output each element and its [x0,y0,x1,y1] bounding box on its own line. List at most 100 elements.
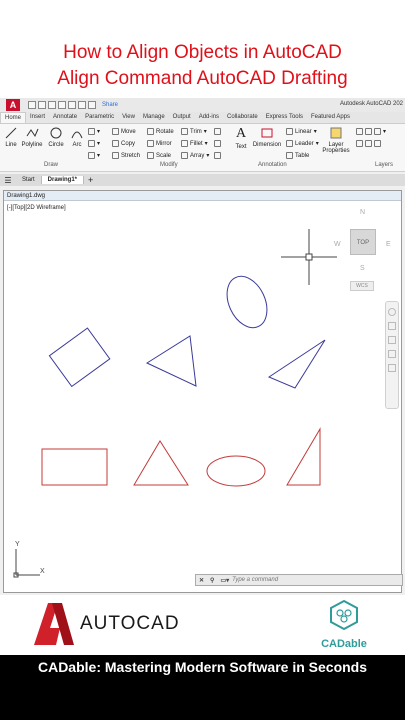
tab-home[interactable]: Home [0,112,27,123]
pan-icon[interactable] [388,322,396,330]
circle-icon [50,127,62,139]
copy-tool[interactable]: Copy [112,140,135,147]
showmotion-icon[interactable] [388,364,396,372]
cadable-wordmark: CADable [321,638,367,650]
blue-rectangle[interactable] [48,327,111,388]
start-tab[interactable]: Start [16,176,42,184]
plot-icon[interactable] [68,101,76,109]
red-triangle-2[interactable] [286,427,321,486]
dimension-tool[interactable]: Dimension [251,126,283,148]
layers-panel-label: Layers [375,162,394,168]
tab-view[interactable]: View [118,112,139,123]
rotate-tool[interactable]: Rotate [147,128,174,135]
text-icon: A [235,126,247,141]
tab-parametric[interactable]: Parametric [81,112,118,123]
trim-tool[interactable]: Trim ▾ [181,128,207,135]
bottom-black-band [0,680,405,720]
autocad-window: A Share Autodesk AutoCAD 202 Home Insert… [0,98,405,595]
red-ellipse[interactable] [206,455,266,487]
stretch-tool[interactable]: Stretch [112,152,140,159]
trim-icon [181,128,188,135]
tab-express-tools[interactable]: Express Tools [262,112,307,123]
save-icon[interactable] [48,101,56,109]
linear-tool[interactable]: Linear ▾ [286,128,317,135]
dimension-label: Dimension [252,142,282,148]
table-tool[interactable]: Table [286,152,309,159]
steering-wheel-icon[interactable] [388,308,396,316]
application-menu-button[interactable]: A [6,99,20,111]
mirror-icon [147,140,154,147]
fillet-icon [181,140,188,147]
zoom-icon[interactable] [388,336,396,344]
recent-commands-icon[interactable]: ▭▾ [220,577,229,584]
redo-icon[interactable] [88,101,96,109]
drawing-area[interactable]: Drawing1.dwg [-][Top][2D Wireframe] Y X … [3,190,402,593]
layer-dropdown[interactable]: ▾ [356,128,386,135]
layer-tools-row[interactable] [356,140,381,147]
text-tool[interactable]: A Text [232,126,250,150]
viewcube[interactable]: N W E TOP S WCS [334,209,394,297]
red-rectangle[interactable] [41,448,108,486]
text-label: Text [235,144,247,150]
tab-add-ins[interactable]: Add-ins [195,112,223,123]
viewcube-east[interactable]: E [386,241,391,248]
customize-command-icon[interactable]: ⚲ [210,577,214,584]
polyline-tool[interactable]: Polyline [20,126,44,148]
red-triangle-1[interactable] [133,440,189,486]
tab-insert[interactable]: Insert [26,112,49,123]
ribbon-panel: Line Polyline Circle Arc ▾ ▾ ▾ Draw Move… [0,124,405,172]
offset-tool[interactable] [214,152,221,159]
viewcube-west[interactable]: W [334,241,341,248]
save-as-icon[interactable] [58,101,66,109]
viewcube-top-face[interactable]: TOP [350,229,376,255]
undo-icon[interactable] [78,101,86,109]
command-line[interactable]: ✕ ⚲ ▭▾ Type a command [195,574,403,586]
menu-icon[interactable]: ☰ [0,176,16,185]
scale-tool[interactable]: Scale [147,152,171,159]
viewcube-north[interactable]: N [360,209,365,216]
open-icon[interactable] [38,101,46,109]
command-input[interactable]: Type a command [232,577,278,583]
tab-collaborate[interactable]: Collaborate [223,112,262,123]
tagline-bar: CADable: Mastering Modern Software in Se… [0,655,405,680]
annotation-panel-label: Annotation [258,162,287,168]
scale-icon [147,152,154,159]
fillet-tool[interactable]: Fillet ▾ [181,140,208,147]
rotate-icon [147,128,154,135]
move-icon [112,128,119,135]
leader-tool[interactable]: Leader ▾ [286,140,319,147]
video-title: How to Align Objects in AutoCAD Align Co… [0,0,405,98]
blue-triangle-2[interactable] [267,339,326,389]
arc-icon [71,131,83,139]
ucs-x-label: X [40,568,45,575]
new-tab-icon[interactable]: + [88,175,93,185]
mirror-tool[interactable]: Mirror [147,140,172,147]
layer-properties-tool[interactable]: Layer Properties [322,126,350,154]
circle-tool[interactable]: Circle [46,126,66,148]
tab-manage[interactable]: Manage [139,112,169,123]
viewcube-south[interactable]: S [360,265,365,272]
close-command-icon[interactable]: ✕ [199,577,204,584]
rectangle-tool[interactable]: ▾ [88,128,100,135]
tab-annotate[interactable]: Annotate [49,112,81,123]
tab-output[interactable]: Output [169,112,195,123]
blue-ellipse[interactable] [219,270,274,334]
share-button[interactable]: Share [102,102,118,108]
wcs-dropdown[interactable]: WCS [350,281,374,291]
navigation-bar[interactable] [385,301,399,409]
hatch-tool[interactable]: ▾ [88,140,100,147]
boundary-tool[interactable]: ▾ [88,152,100,159]
explode-tool[interactable] [214,140,221,147]
polyline-label: Polyline [21,142,43,148]
orbit-icon[interactable] [388,350,396,358]
drawing-tab[interactable]: Drawing1* [41,176,85,184]
erase-tool[interactable] [214,128,221,135]
arc-tool[interactable]: Arc [68,126,86,148]
tab-featured-apps[interactable]: Featured Apps [307,112,354,123]
blue-triangle-1[interactable] [145,335,197,387]
array-tool[interactable]: Array ▾ [181,152,209,159]
line-tool[interactable]: Line [2,126,20,148]
move-tool[interactable]: Move [112,128,136,135]
new-icon[interactable] [28,101,36,109]
ucs-icon [13,549,40,578]
